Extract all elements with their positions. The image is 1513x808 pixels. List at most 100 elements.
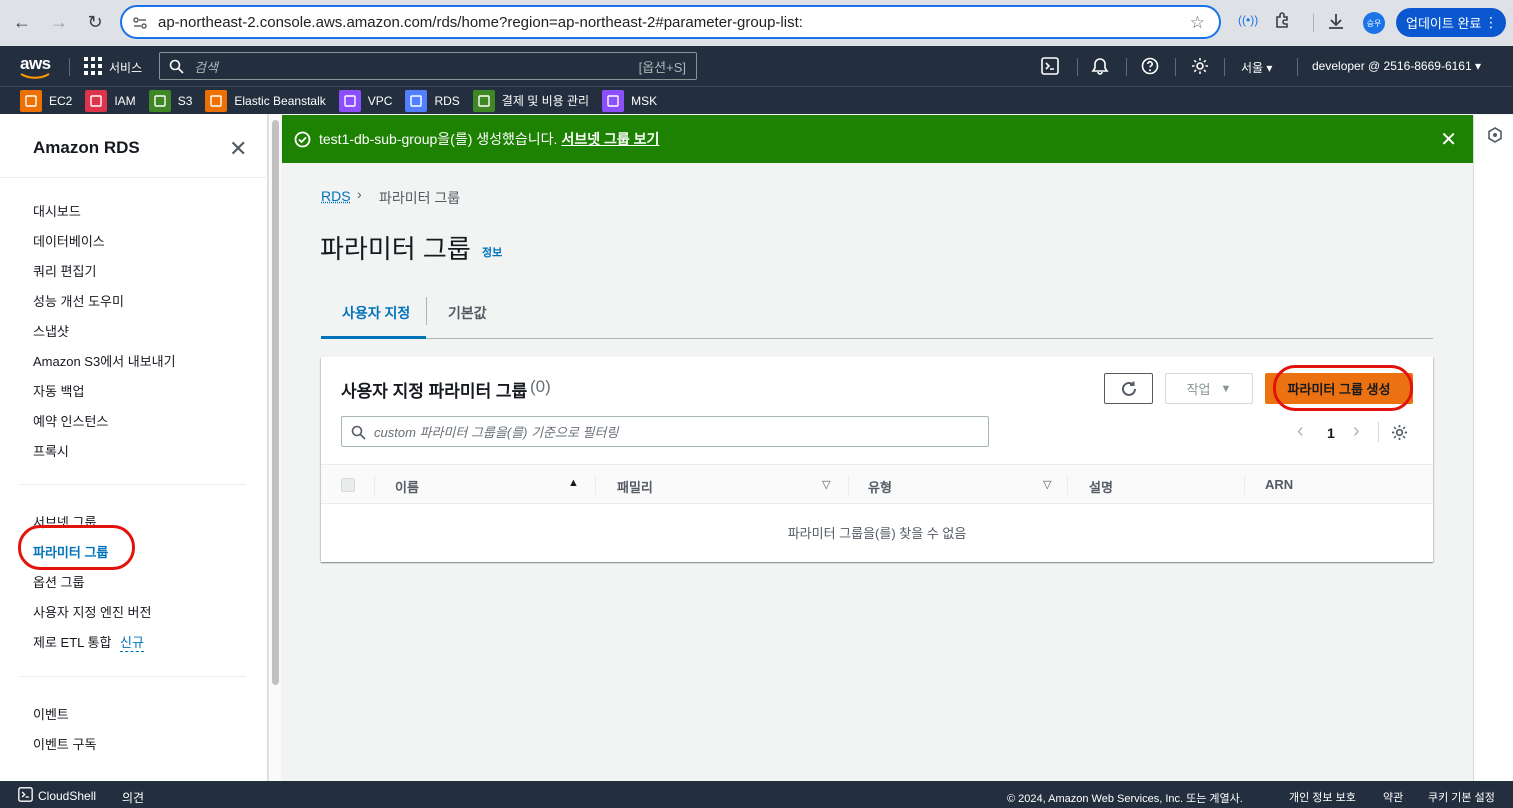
new-badge[interactable]: 신규	[120, 632, 144, 652]
column-arn[interactable]: ARN	[1265, 477, 1293, 492]
aws-search-input[interactable]: 검색 [옵션+S]	[159, 52, 697, 80]
hexagon-icon[interactable]	[1487, 127, 1503, 143]
breadcrumb-rds[interactable]: RDS	[321, 188, 351, 204]
bell-icon[interactable]	[1091, 57, 1109, 75]
column-name[interactable]: 이름	[395, 477, 419, 496]
caret-down-icon: ▼	[1220, 382, 1232, 395]
reload-icon[interactable]: ↻	[81, 8, 109, 36]
filter-input[interactable]: custom 파라미터 그룹을(를) 기준으로 필터링	[341, 416, 989, 447]
forward-arrow-icon[interactable]: →	[45, 8, 73, 36]
favorite-billing[interactable]: 결제 및 비용 관리	[472, 89, 589, 112]
settings-gear-icon[interactable]	[1191, 57, 1209, 75]
search-placeholder: 검색	[194, 59, 218, 75]
update-label: 업데이트 완료	[1406, 16, 1482, 31]
favorite-rds[interactable]: RDS	[405, 89, 460, 112]
sidebar-item[interactable]: 프록시	[33, 441, 69, 460]
close-icon[interactable]: ✕	[1440, 127, 1457, 152]
column-type[interactable]: 유형	[868, 477, 892, 496]
page-title: 파라미터 그룹	[320, 234, 471, 264]
address-bar[interactable]: ap-northeast-2.console.aws.amazon.com/rd…	[120, 5, 1221, 39]
tab-default[interactable]: 기본값	[448, 303, 487, 323]
sidebar-item[interactable]: 스냅샷	[33, 321, 69, 340]
check-circle-icon	[294, 131, 311, 147]
tab-divider	[426, 297, 427, 325]
footer-feedback[interactable]: 의견	[122, 789, 144, 806]
sidebar-item[interactable]: 대시보드	[33, 201, 81, 220]
sidebar-item[interactable]: 성능 개선 도우미	[33, 291, 124, 310]
footer-cookies[interactable]: 쿠키 기본 설정	[1428, 789, 1495, 805]
cloudshell-icon	[18, 787, 33, 802]
favorite-label: VPC	[367, 93, 393, 108]
nav-divider	[1224, 58, 1225, 76]
s3-icon	[148, 89, 171, 112]
favorite-label: MSK	[631, 93, 658, 108]
footer-privacy[interactable]: 개인 정보 보호	[1289, 789, 1356, 805]
sidebar-item[interactable]: 이벤트	[33, 704, 69, 723]
sidebar-item[interactable]: Amazon S3에서 내보내기	[33, 351, 176, 370]
sort-ascending-icon[interactable]: ▲	[568, 477, 579, 489]
column-description[interactable]: 설명	[1089, 477, 1113, 496]
favorite-label: Elastic Beanstalk	[234, 93, 326, 108]
bookmark-star-icon[interactable]: ☆	[1190, 13, 1205, 33]
preferences-gear-icon[interactable]	[1391, 424, 1408, 441]
toolbar-divider	[1313, 14, 1314, 32]
refresh-button[interactable]	[1104, 373, 1153, 404]
sidebar-divider	[20, 484, 246, 485]
empty-state-text: 파라미터 그룹을(를) 찾을 수 없음	[787, 526, 967, 541]
help-icon[interactable]	[1141, 57, 1159, 75]
sidebar-item[interactable]: 자동 백업	[33, 381, 84, 400]
sidebar-title[interactable]: Amazon RDS	[33, 138, 140, 158]
sidebar-scrollbar[interactable]	[268, 114, 281, 781]
sidebar-item[interactable]: 데이터베이스	[33, 231, 105, 250]
favorite-label: IAM	[114, 93, 136, 108]
site-info-icon[interactable]	[132, 15, 148, 31]
grid-menu-icon[interactable]	[84, 57, 102, 75]
region-selector[interactable]: 서울 ▾	[1241, 59, 1272, 76]
favorite-vpc[interactable]: VPC	[338, 89, 393, 112]
chevron-left-icon[interactable]: ‹	[1297, 420, 1304, 443]
sidebar-item[interactable]: 옵션 그룹	[33, 572, 84, 591]
favorite-ec2[interactable]: EC2	[20, 89, 72, 112]
sort-icon[interactable]: ▽	[822, 478, 830, 491]
favorite-iam[interactable]: IAM	[85, 89, 136, 112]
download-icon[interactable]	[1326, 11, 1346, 31]
column-family[interactable]: 패밀리	[617, 477, 653, 496]
aws-logo[interactable]: aws	[20, 54, 51, 74]
services-menu[interactable]: 서비스	[109, 59, 142, 76]
favorite-beanstalk[interactable]: Elastic Beanstalk	[205, 89, 326, 112]
info-link[interactable]: 정보	[482, 244, 502, 260]
sort-icon[interactable]: ▽	[1043, 478, 1051, 491]
favorite-msk[interactable]: MSK	[602, 89, 658, 112]
back-arrow-icon[interactable]: ←	[8, 8, 36, 36]
account-menu[interactable]: developer @ 2516-8669-6161 ▾	[1312, 59, 1481, 73]
flash-link[interactable]: 서브넷 그룹 보기	[561, 129, 659, 149]
ec2-icon	[20, 89, 42, 112]
column-divider	[595, 475, 596, 495]
sidebar-item[interactable]: 쿼리 편집기	[33, 261, 96, 280]
tab-custom[interactable]: 사용자 지정	[342, 303, 410, 323]
chevron-right-icon[interactable]: ›	[1353, 420, 1360, 443]
page-number[interactable]: 1	[1327, 425, 1335, 441]
close-icon[interactable]: ✕	[229, 136, 247, 162]
account-label: developer @ 2516-8669-6161	[1312, 59, 1472, 73]
cloudshell-icon[interactable]	[1041, 57, 1059, 75]
right-utility-rail	[1473, 115, 1513, 781]
footer-cloudshell[interactable]: CloudShell	[38, 789, 96, 803]
sidebar-item[interactable]: 사용자 지정 엔진 버전	[33, 602, 151, 621]
actions-dropdown[interactable]: 작업 ▼	[1165, 373, 1253, 404]
scrollbar-thumb[interactable]	[272, 120, 279, 685]
more-vert-icon: ⋮	[1484, 14, 1498, 30]
cast-icon[interactable]: ((•))	[1238, 13, 1258, 27]
sidebar-item[interactable]: 이벤트 구독	[33, 734, 96, 753]
update-button[interactable]: 업데이트 완료 ⋮	[1396, 8, 1506, 37]
panel-count: (0)	[530, 377, 551, 396]
footer-terms[interactable]: 약관	[1383, 789, 1403, 805]
sidebar-item[interactable]: 예약 인스턴스	[33, 411, 108, 430]
profile-avatar[interactable]: 승우	[1363, 12, 1385, 34]
select-all-checkbox[interactable]	[341, 478, 355, 492]
extensions-icon[interactable]	[1273, 10, 1293, 30]
favorites-bar: EC2 IAM S3 Elastic Beanstalk VPC RDS 결제 및 비용 관…	[0, 86, 1513, 114]
sidebar-item[interactable]: 제로 ETL 통합	[33, 632, 111, 651]
pagination-divider	[1378, 422, 1379, 442]
favorite-s3[interactable]: S3	[148, 89, 192, 112]
